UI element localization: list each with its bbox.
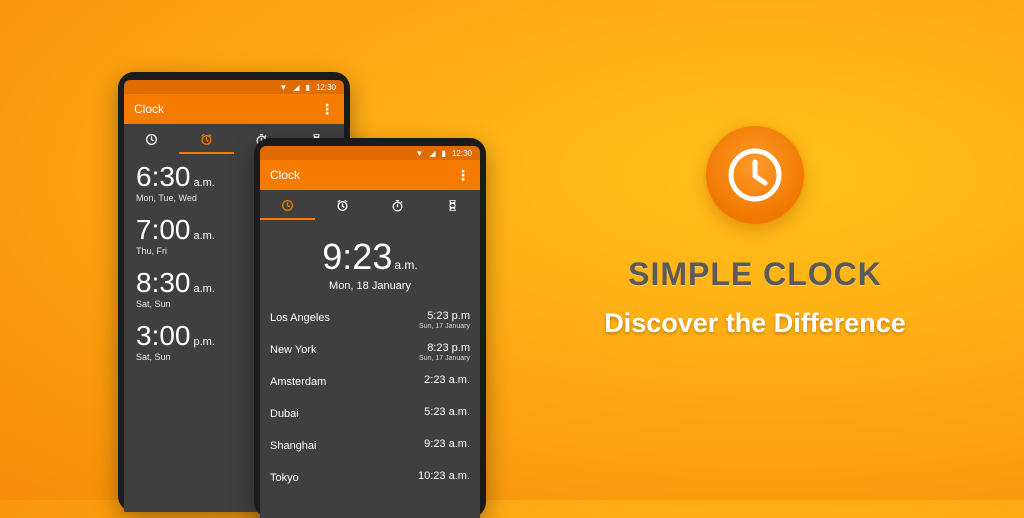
world-clock-list: Los Angeles 5:23 p.m Sun, 17 January New … [260,310,480,502]
main-date: Mon, 18 January [329,280,411,292]
overflow-menu-icon[interactable]: ⋮ [456,168,470,182]
tab-alarm[interactable] [315,190,370,220]
city-name: Tokyo [270,472,299,484]
signal-icon: ◢ [293,82,300,92]
app-bar: Clock ⋮ [124,94,344,124]
hero-title: SIMPLE CLOCK [628,256,882,292]
status-time: 12:30 [315,82,336,92]
phone-clock: ▼ ◢ ▮ 12:30 Clock ⋮ 9:23 a.m. Mon, 18 Ja… [254,138,486,518]
alarm-time: 8:30 [136,267,191,298]
hero-subtitle: Discover the Difference [604,308,906,338]
city-name: Shanghai [270,440,317,452]
city-date: Sun, 17 January [419,323,470,330]
alarm-icon [201,133,212,145]
list-item[interactable]: Shanghai 9:23 a.m. [260,438,480,470]
city-time: 5:23 a.m. [424,406,470,418]
city-name: Los Angeles [270,312,330,324]
alarm-ampm: a.m. [193,177,215,189]
alarm-icon [337,199,348,211]
city-time: 2:23 a.m. [424,374,470,386]
wifi-icon: ▼ [415,148,424,158]
tab-clock[interactable] [124,124,179,154]
list-item[interactable]: Dubai 5:23 a.m. [260,406,480,438]
list-item[interactable]: Tokyo 10:23 a.m. [260,470,480,502]
app-title: Clock [134,102,165,116]
tab-bar [260,190,480,220]
city-date: Sun, 17 January [419,355,470,362]
wifi-icon: ▼ [279,82,288,92]
clock-icon [281,199,294,211]
list-item[interactable]: Los Angeles 5:23 p.m Sun, 17 January [260,310,480,342]
city-name: New York [270,344,317,356]
app-logo [706,126,804,224]
status-bar: ▼ ◢ ▮ 12:30 [260,146,480,160]
timer-icon [449,199,456,211]
main-ampm: a.m. [394,258,418,272]
alarm-time: 7:00 [136,214,191,245]
tab-clock[interactable] [260,190,315,220]
stopwatch-icon [392,199,403,212]
main-clock: 9:23 a.m. [260,220,480,278]
list-item[interactable]: New York 8:23 p.m Sun, 17 January [260,342,480,374]
alarm-ampm: a.m. [193,283,215,295]
battery-icon: ▮ [305,82,310,92]
app-bar: Clock ⋮ [260,160,480,190]
tab-alarm[interactable] [179,124,234,154]
clock-icon [145,133,158,145]
city-name: Dubai [270,408,299,420]
city-time: 5:23 p.m [427,310,470,322]
list-item[interactable]: Amsterdam 2:23 a.m. [260,374,480,406]
status-bar: ▼ ◢ ▮ 12:30 [124,80,344,94]
alarm-ampm: a.m. [193,230,215,242]
alarm-time: 3:00 [136,320,191,351]
clock-icon [728,148,782,202]
alarm-ampm: p.m. [193,336,215,348]
city-time: 9:23 a.m. [424,438,470,450]
city-name: Amsterdam [270,376,327,388]
battery-icon: ▮ [441,148,446,158]
main-time: 9:23 [322,236,393,277]
city-time: 8:23 p.m [427,342,470,354]
app-title: Clock [270,168,301,182]
tab-timer[interactable] [425,190,480,220]
phone-clock-screen: ▼ ◢ ▮ 12:30 Clock ⋮ 9:23 a.m. Mon, 18 Ja… [260,146,480,518]
status-time: 12:30 [451,148,472,158]
city-time: 10:23 a.m. [418,470,470,482]
alarm-time: 6:30 [136,161,191,192]
tab-stopwatch[interactable] [370,190,425,220]
overflow-menu-icon[interactable]: ⋮ [320,102,334,116]
signal-icon: ◢ [429,148,436,158]
